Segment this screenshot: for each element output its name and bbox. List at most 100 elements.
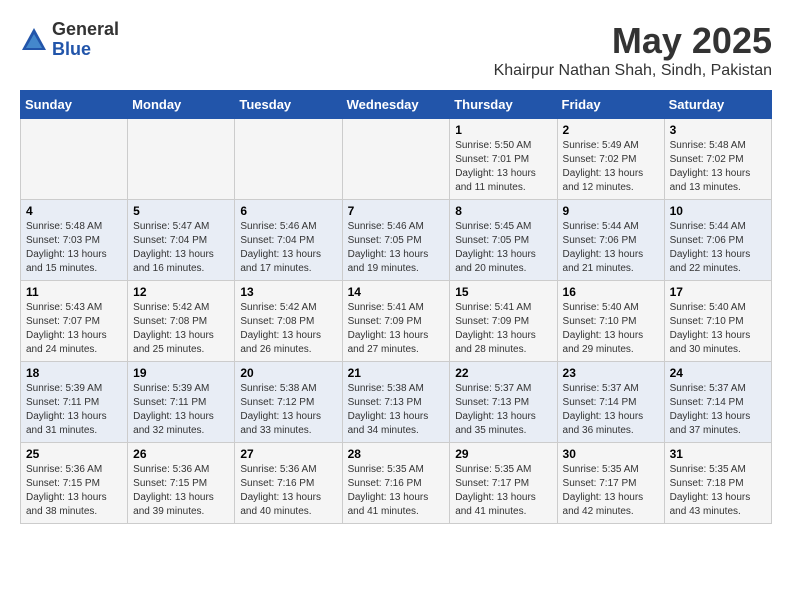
- calendar-cell: 16Sunrise: 5:40 AM Sunset: 7:10 PM Dayli…: [557, 281, 664, 362]
- calendar-cell: 2 Sunrise: 5:49 AM Sunset: 7:02 PM Daylig…: [557, 119, 664, 200]
- day-number: 5: [133, 204, 229, 218]
- day-number: 13: [240, 285, 336, 299]
- day-info: Sunrise: 5:35 AM Sunset: 7:17 PM Dayligh…: [455, 463, 551, 519]
- calendar-cell: 31 Sunrise: 5:35 AM Sunset: 7:18 PM Dayli…: [664, 443, 771, 524]
- day-info: Sunrise: 5:49 AM Sunset: 7:02 PM Dayligh…: [563, 139, 659, 195]
- day-number: 26: [133, 447, 229, 461]
- day-info: Sunrise: 5:48 AM Sunset: 7:03 PM Dayligh…: [26, 220, 122, 276]
- calendar-cell: 1Sunrise: 5:50 AM Sunset: 7:01 PM Daylig…: [450, 119, 557, 200]
- calendar-week-row: 25 Sunrise: 5:36 AM Sunset: 7:15 PM Dayli…: [21, 443, 772, 524]
- calendar-cell: 29Sunrise: 5:35 AM Sunset: 7:17 PM Dayli…: [450, 443, 557, 524]
- logo-general: General: [52, 20, 119, 40]
- logo-text: General Blue: [52, 20, 119, 60]
- calendar-cell: [235, 119, 342, 200]
- day-info: Sunrise: 5:35 AM Sunset: 7:18 PM Dayligh…: [670, 463, 766, 519]
- day-info: Sunrise: 5:48 AM Sunset: 7:02 PM Dayligh…: [670, 139, 766, 195]
- calendar-cell: 28 Sunrise: 5:35 AM Sunset: 7:16 PM Dayli…: [342, 443, 450, 524]
- day-info: Sunrise: 5:37 AM Sunset: 7:14 PM Dayligh…: [563, 382, 659, 438]
- calendar-cell: 5 Sunrise: 5:47 AM Sunset: 7:04 PM Daylig…: [128, 200, 235, 281]
- location-subtitle: Khairpur Nathan Shah, Sindh, Pakistan: [494, 62, 772, 80]
- day-info: Sunrise: 5:42 AM Sunset: 7:08 PM Dayligh…: [133, 301, 229, 357]
- weekday-header: Saturday: [664, 91, 771, 119]
- day-info: Sunrise: 5:36 AM Sunset: 7:15 PM Dayligh…: [133, 463, 229, 519]
- day-info: Sunrise: 5:40 AM Sunset: 7:10 PM Dayligh…: [563, 301, 659, 357]
- calendar-week-row: 11 Sunrise: 5:43 AM Sunset: 7:07 PM Dayli…: [21, 281, 772, 362]
- day-number: 19: [133, 366, 229, 380]
- calendar-cell: 9Sunrise: 5:44 AM Sunset: 7:06 PM Daylig…: [557, 200, 664, 281]
- calendar-cell: 24 Sunrise: 5:37 AM Sunset: 7:14 PM Dayli…: [664, 362, 771, 443]
- logo-icon: [20, 26, 48, 54]
- day-number: 22: [455, 366, 551, 380]
- day-info: Sunrise: 5:50 AM Sunset: 7:01 PM Dayligh…: [455, 139, 551, 195]
- calendar-cell: 8Sunrise: 5:45 AM Sunset: 7:05 PM Daylig…: [450, 200, 557, 281]
- weekday-header: Sunday: [21, 91, 128, 119]
- calendar-cell: 18 Sunrise: 5:39 AM Sunset: 7:11 PM Dayli…: [21, 362, 128, 443]
- day-number: 14: [348, 285, 445, 299]
- day-info: Sunrise: 5:42 AM Sunset: 7:08 PM Dayligh…: [240, 301, 336, 357]
- day-number: 23: [563, 366, 659, 380]
- calendar-cell: 21 Sunrise: 5:38 AM Sunset: 7:13 PM Dayli…: [342, 362, 450, 443]
- day-info: Sunrise: 5:39 AM Sunset: 7:11 PM Dayligh…: [26, 382, 122, 438]
- calendar-cell: 3 Sunrise: 5:48 AM Sunset: 7:02 PM Daylig…: [664, 119, 771, 200]
- day-info: Sunrise: 5:46 AM Sunset: 7:04 PM Dayligh…: [240, 220, 336, 276]
- day-info: Sunrise: 5:40 AM Sunset: 7:10 PM Dayligh…: [670, 301, 766, 357]
- day-number: 21: [348, 366, 445, 380]
- day-info: Sunrise: 5:37 AM Sunset: 7:14 PM Dayligh…: [670, 382, 766, 438]
- calendar-cell: [342, 119, 450, 200]
- day-info: Sunrise: 5:41 AM Sunset: 7:09 PM Dayligh…: [455, 301, 551, 357]
- day-number: 9: [563, 204, 659, 218]
- calendar-cell: 26 Sunrise: 5:36 AM Sunset: 7:15 PM Dayli…: [128, 443, 235, 524]
- calendar-body: 1Sunrise: 5:50 AM Sunset: 7:01 PM Daylig…: [21, 119, 772, 524]
- calendar-cell: 27 Sunrise: 5:36 AM Sunset: 7:16 PM Dayli…: [235, 443, 342, 524]
- day-number: 18: [26, 366, 122, 380]
- day-info: Sunrise: 5:35 AM Sunset: 7:17 PM Dayligh…: [563, 463, 659, 519]
- day-number: 12: [133, 285, 229, 299]
- calendar-cell: 17 Sunrise: 5:40 AM Sunset: 7:10 PM Dayli…: [664, 281, 771, 362]
- day-info: Sunrise: 5:38 AM Sunset: 7:13 PM Dayligh…: [348, 382, 445, 438]
- day-number: 3: [670, 123, 766, 137]
- day-number: 8: [455, 204, 551, 218]
- day-info: Sunrise: 5:36 AM Sunset: 7:16 PM Dayligh…: [240, 463, 336, 519]
- day-number: 7: [348, 204, 445, 218]
- calendar-cell: 23 Sunrise: 5:37 AM Sunset: 7:14 PM Dayli…: [557, 362, 664, 443]
- calendar-cell: 13 Sunrise: 5:42 AM Sunset: 7:08 PM Dayli…: [235, 281, 342, 362]
- day-number: 30: [563, 447, 659, 461]
- weekday-row: SundayMondayTuesdayWednesdayThursdayFrid…: [21, 91, 772, 119]
- logo-blue: Blue: [52, 40, 119, 60]
- day-info: Sunrise: 5:43 AM Sunset: 7:07 PM Dayligh…: [26, 301, 122, 357]
- day-number: 27: [240, 447, 336, 461]
- calendar-cell: 30 Sunrise: 5:35 AM Sunset: 7:17 PM Dayli…: [557, 443, 664, 524]
- day-number: 25: [26, 447, 122, 461]
- day-info: Sunrise: 5:35 AM Sunset: 7:16 PM Dayligh…: [348, 463, 445, 519]
- calendar-cell: 20Sunrise: 5:38 AM Sunset: 7:12 PM Dayli…: [235, 362, 342, 443]
- calendar-week-row: 18 Sunrise: 5:39 AM Sunset: 7:11 PM Dayli…: [21, 362, 772, 443]
- calendar-cell: 11 Sunrise: 5:43 AM Sunset: 7:07 PM Dayli…: [21, 281, 128, 362]
- calendar-cell: 22Sunrise: 5:37 AM Sunset: 7:13 PM Dayli…: [450, 362, 557, 443]
- day-number: 28: [348, 447, 445, 461]
- weekday-header: Wednesday: [342, 91, 450, 119]
- day-number: 11: [26, 285, 122, 299]
- day-info: Sunrise: 5:46 AM Sunset: 7:05 PM Dayligh…: [348, 220, 445, 276]
- calendar-cell: 7 Sunrise: 5:46 AM Sunset: 7:05 PM Daylig…: [342, 200, 450, 281]
- weekday-header: Monday: [128, 91, 235, 119]
- day-info: Sunrise: 5:47 AM Sunset: 7:04 PM Dayligh…: [133, 220, 229, 276]
- weekday-header: Tuesday: [235, 91, 342, 119]
- day-info: Sunrise: 5:38 AM Sunset: 7:12 PM Dayligh…: [240, 382, 336, 438]
- title-block: May 2025 Khairpur Nathan Shah, Sindh, Pa…: [494, 20, 772, 80]
- day-number: 2: [563, 123, 659, 137]
- day-info: Sunrise: 5:36 AM Sunset: 7:15 PM Dayligh…: [26, 463, 122, 519]
- calendar-cell: 10Sunrise: 5:44 AM Sunset: 7:06 PM Dayli…: [664, 200, 771, 281]
- calendar-week-row: 4 Sunrise: 5:48 AM Sunset: 7:03 PM Daylig…: [21, 200, 772, 281]
- calendar-cell: 19 Sunrise: 5:39 AM Sunset: 7:11 PM Dayli…: [128, 362, 235, 443]
- calendar-cell: 6Sunrise: 5:46 AM Sunset: 7:04 PM Daylig…: [235, 200, 342, 281]
- day-number: 4: [26, 204, 122, 218]
- day-info: Sunrise: 5:41 AM Sunset: 7:09 PM Dayligh…: [348, 301, 445, 357]
- calendar-header: SundayMondayTuesdayWednesdayThursdayFrid…: [21, 91, 772, 119]
- day-info: Sunrise: 5:39 AM Sunset: 7:11 PM Dayligh…: [133, 382, 229, 438]
- calendar-week-row: 1Sunrise: 5:50 AM Sunset: 7:01 PM Daylig…: [21, 119, 772, 200]
- calendar-cell: [21, 119, 128, 200]
- day-number: 17: [670, 285, 766, 299]
- day-number: 24: [670, 366, 766, 380]
- calendar-cell: 14 Sunrise: 5:41 AM Sunset: 7:09 PM Dayli…: [342, 281, 450, 362]
- day-number: 31: [670, 447, 766, 461]
